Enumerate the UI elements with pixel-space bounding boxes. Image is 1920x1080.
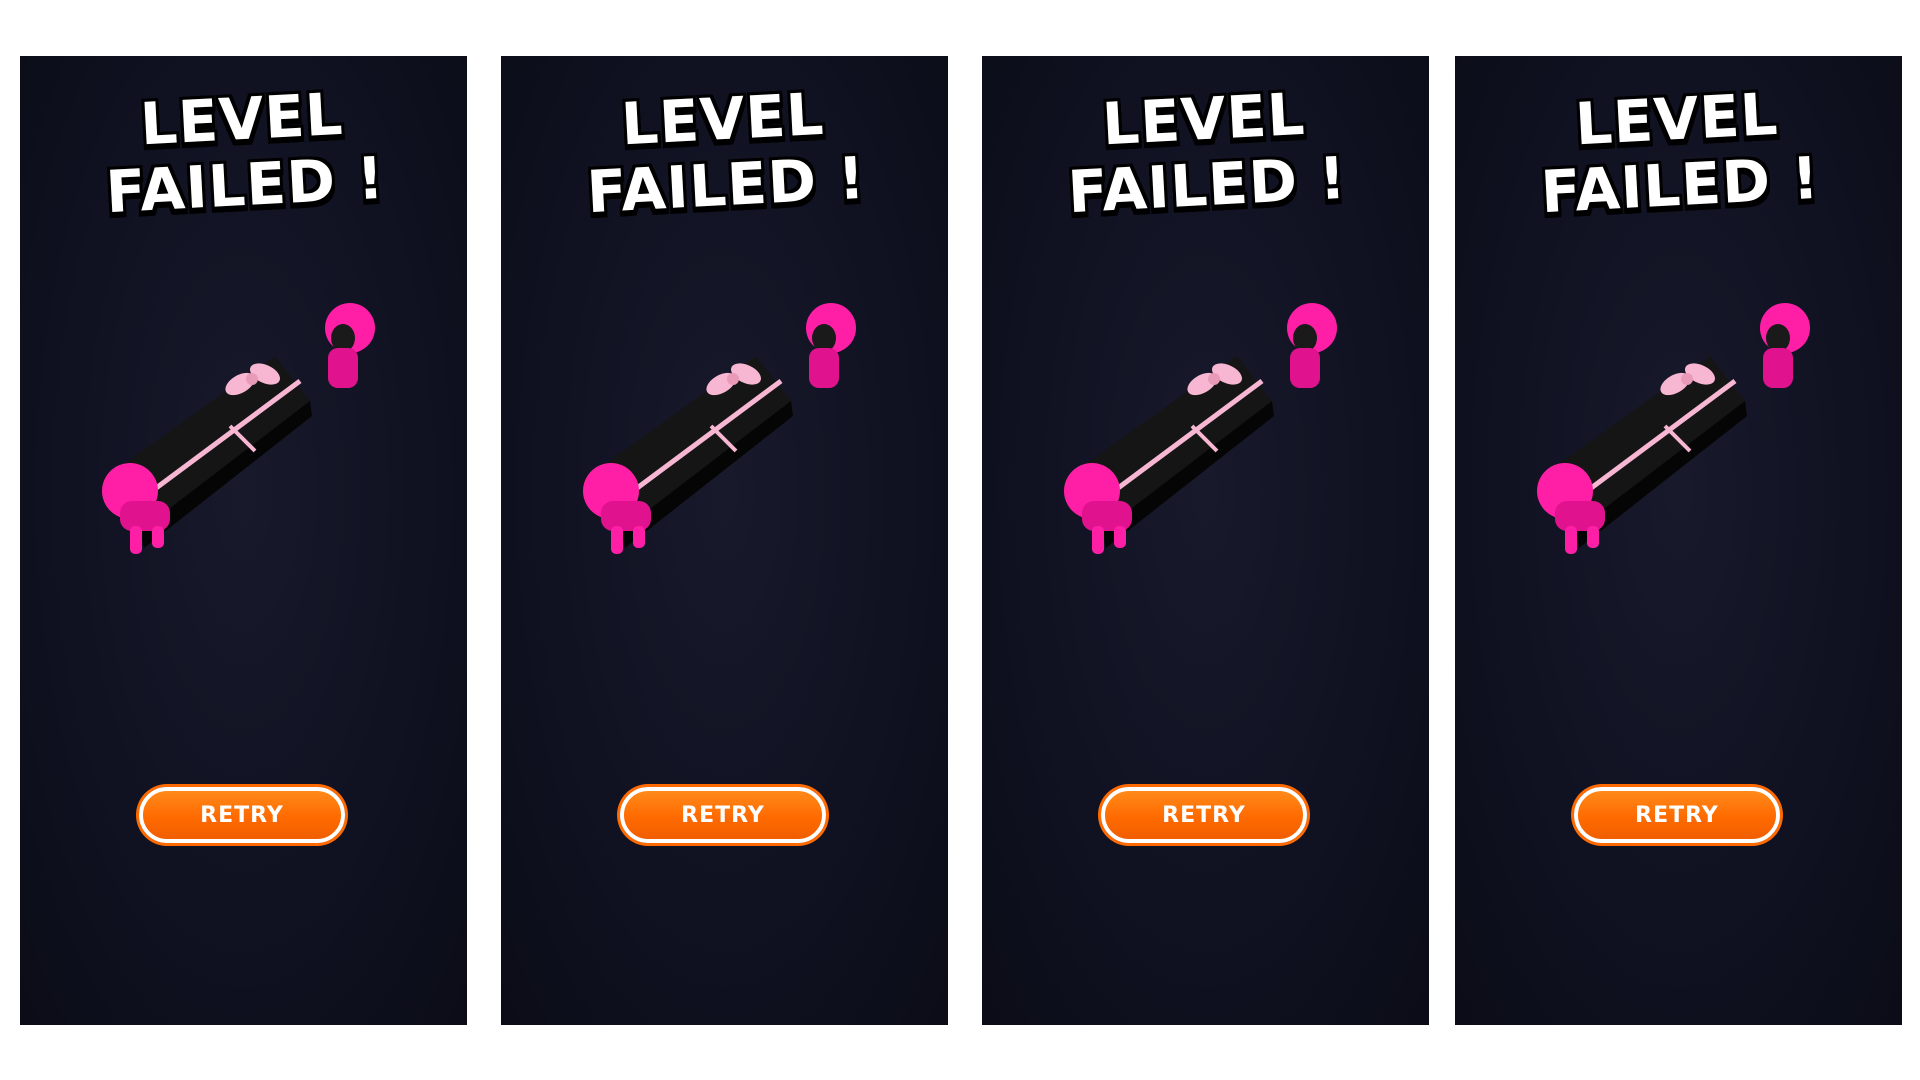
game-panel-3: LEVEL FAILED ! RETRY bbox=[982, 56, 1429, 1025]
coffin-carriers-scene bbox=[1062, 303, 1337, 554]
game-panel-1: LEVEL FAILED ! RETRY bbox=[20, 56, 467, 1025]
pink-guard-front-icon bbox=[1760, 303, 1810, 388]
retry-button[interactable]: RETRY bbox=[620, 787, 826, 843]
level-failed-title: LEVEL FAILED ! bbox=[501, 74, 948, 229]
pink-guard-front-icon bbox=[325, 303, 375, 388]
level-failed-title: LEVEL FAILED ! bbox=[982, 74, 1429, 229]
pink-guard-front-icon bbox=[1287, 303, 1337, 388]
retry-button[interactable]: RETRY bbox=[1574, 787, 1780, 843]
retry-label: RETRY bbox=[681, 802, 765, 828]
level-failed-title: LEVEL FAILED ! bbox=[20, 74, 467, 229]
retry-label: RETRY bbox=[200, 802, 284, 828]
retry-button[interactable]: RETRY bbox=[1101, 787, 1307, 843]
game-panel-2: LEVEL FAILED ! RETRY bbox=[501, 56, 948, 1025]
retry-button[interactable]: RETRY bbox=[139, 787, 345, 843]
coffin-carriers-scene bbox=[1535, 303, 1810, 554]
coffin-carriers-scene bbox=[581, 303, 856, 554]
retry-label: RETRY bbox=[1635, 802, 1719, 828]
game-panel-4: LEVEL FAILED ! RETRY bbox=[1455, 56, 1902, 1025]
coffin-carriers-scene bbox=[100, 303, 375, 554]
retry-label: RETRY bbox=[1162, 802, 1246, 828]
pink-guard-front-icon bbox=[806, 303, 856, 388]
level-failed-title: LEVEL FAILED ! bbox=[1455, 74, 1902, 229]
